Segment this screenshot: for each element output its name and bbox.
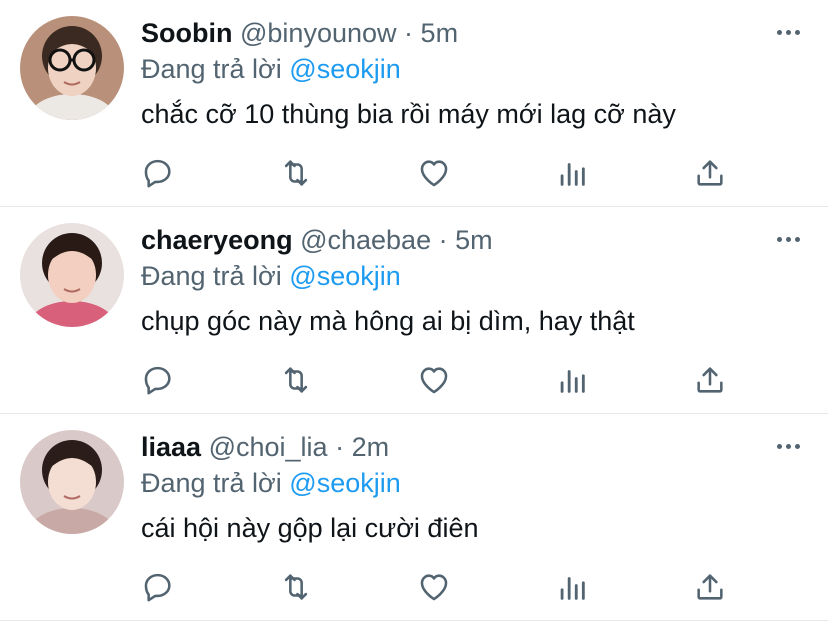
display-name[interactable]: chaeryeong <box>141 225 293 255</box>
avatar[interactable] <box>20 16 124 120</box>
reply-icon[interactable] <box>141 570 175 604</box>
tweet-actions <box>141 156 741 192</box>
mention-link[interactable]: @seokjin <box>289 261 400 291</box>
replying-to: Đang trả lời @seokjin <box>141 464 808 502</box>
analytics-icon[interactable] <box>555 570 589 604</box>
retweet-icon[interactable] <box>279 363 313 397</box>
separator-dot: · <box>404 18 414 48</box>
user-handle[interactable]: @binyounow <box>240 18 397 48</box>
tweet[interactable]: Soobin @binyounow · 5m Đang trả lời @seok… <box>0 0 828 207</box>
avatar[interactable] <box>20 223 124 327</box>
reply-prefix: Đang trả lời <box>141 54 282 84</box>
retweet-icon[interactable] <box>279 156 313 190</box>
more-options-icon[interactable] <box>777 30 800 35</box>
reply-feed: Soobin @binyounow · 5m Đang trả lời @seok… <box>0 0 828 621</box>
tweet-text: cái hội này gộp lại cười điên <box>141 513 479 543</box>
separator-dot: · <box>438 225 448 255</box>
tweet-content: liaaa @choi_lia · 2m Đang trả lời @seokji… <box>141 428 808 548</box>
tweet-header: liaaa @choi_lia · 2m <box>141 428 808 466</box>
like-icon[interactable] <box>417 156 451 190</box>
replying-to: Đang trả lời @seokjin <box>141 257 808 295</box>
tweet-header: Soobin @binyounow · 5m <box>141 14 808 52</box>
separator-dot: · <box>335 432 345 462</box>
share-icon[interactable] <box>693 570 727 604</box>
reply-icon[interactable] <box>141 156 175 190</box>
tweet-actions <box>141 570 741 606</box>
tweet-text: chắc cỡ 10 thùng bia rồi máy mới lag cỡ … <box>141 99 676 129</box>
reply-icon[interactable] <box>141 363 175 397</box>
tweet-actions <box>141 363 741 399</box>
reply-prefix: Đang trả lời <box>141 261 282 291</box>
tweet-text: chụp góc này mà hông ai bị dìm, hay thật <box>141 306 635 336</box>
retweet-icon[interactable] <box>279 570 313 604</box>
tweet-header: chaeryeong @chaebae · 5m <box>141 221 808 259</box>
tweet-content: chaeryeong @chaebae · 5m Đang trả lời @se… <box>141 221 808 341</box>
user-handle[interactable]: @chaebae <box>300 225 431 255</box>
mention-link[interactable]: @seokjin <box>289 468 400 498</box>
display-name[interactable]: Soobin <box>141 18 232 48</box>
user-handle[interactable]: @choi_lia <box>209 432 328 462</box>
like-icon[interactable] <box>417 570 451 604</box>
timestamp[interactable]: 5m <box>421 18 459 48</box>
replying-to: Đang trả lời @seokjin <box>141 50 808 88</box>
avatar[interactable] <box>20 430 124 534</box>
analytics-icon[interactable] <box>555 363 589 397</box>
mention-link[interactable]: @seokjin <box>289 54 400 84</box>
share-icon[interactable] <box>693 156 727 190</box>
timestamp[interactable]: 5m <box>455 225 493 255</box>
analytics-icon[interactable] <box>555 156 589 190</box>
more-options-icon[interactable] <box>777 237 800 242</box>
share-icon[interactable] <box>693 363 727 397</box>
timestamp[interactable]: 2m <box>352 432 390 462</box>
tweet-content: Soobin @binyounow · 5m Đang trả lời @seok… <box>141 14 808 134</box>
more-options-icon[interactable] <box>777 444 800 449</box>
tweet[interactable]: liaaa @choi_lia · 2m Đang trả lời @seokji… <box>0 414 828 621</box>
reply-prefix: Đang trả lời <box>141 468 282 498</box>
tweet[interactable]: chaeryeong @chaebae · 5m Đang trả lời @se… <box>0 207 828 414</box>
display-name[interactable]: liaaa <box>141 432 201 462</box>
like-icon[interactable] <box>417 363 451 397</box>
